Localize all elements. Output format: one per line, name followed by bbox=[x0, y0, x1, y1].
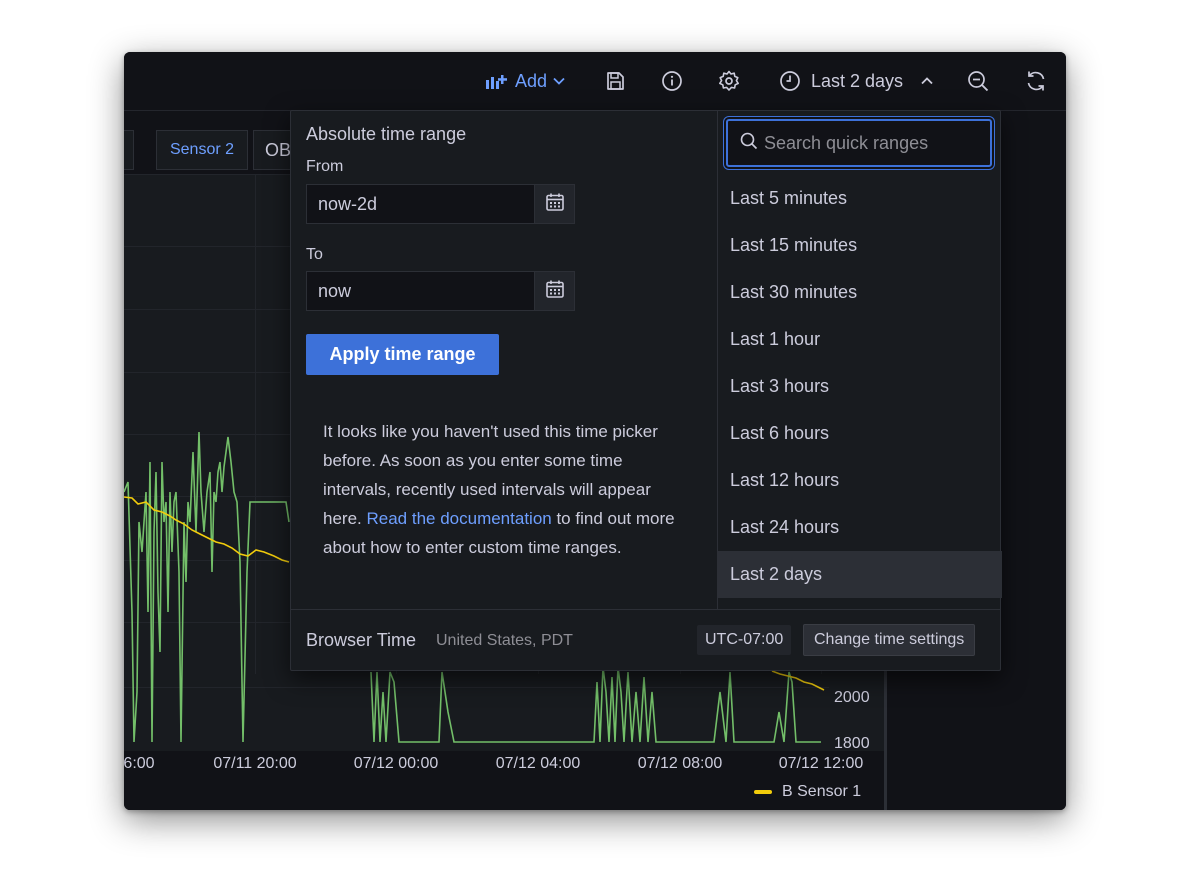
browser-time-label: Browser Time bbox=[306, 630, 417, 650]
calendar-icon bbox=[545, 279, 565, 304]
utc-offset-badge: UTC-07:00 bbox=[697, 625, 792, 655]
to-field-group bbox=[306, 271, 575, 311]
x-tick-label: 07/12 12:00 bbox=[778, 755, 864, 772]
quick-range-item[interactable]: Last 24 hours bbox=[718, 504, 1002, 551]
legend-label: B Sensor 1 bbox=[782, 783, 862, 800]
quick-range-item[interactable]: Last 5 minutes bbox=[718, 175, 1002, 222]
quick-range-item[interactable]: Last 6 hours bbox=[718, 410, 1002, 457]
recently-used-empty-message: It looks like you haven't used this time… bbox=[323, 417, 683, 562]
quick-ranges-section: Last 5 minutes Last 15 minutes Last 30 m… bbox=[717, 111, 1002, 609]
quick-range-item[interactable]: Last 12 hours bbox=[718, 457, 1002, 504]
x-tick-label: 07/12 04:00 bbox=[495, 755, 581, 772]
calendar-icon bbox=[545, 192, 565, 217]
y-tick-label: 2000 bbox=[834, 689, 870, 706]
x-tick-label: 6:00 bbox=[124, 755, 155, 772]
chart-legend[interactable]: B Sensor 1 bbox=[754, 783, 861, 801]
quick-range-item-selected[interactable]: Last 2 days bbox=[718, 551, 1002, 598]
x-tick-label: 07/11 20:00 bbox=[213, 755, 297, 772]
to-input[interactable] bbox=[306, 271, 534, 311]
apply-time-range-button[interactable]: Apply time range bbox=[306, 334, 499, 375]
time-settings-footer: Browser Time United States, PDT UTC-07:0… bbox=[291, 609, 1000, 672]
from-field-group bbox=[306, 184, 575, 224]
x-tick-label: 07/12 08:00 bbox=[637, 755, 723, 772]
y-tick-label: 1800 bbox=[834, 735, 870, 752]
from-input[interactable] bbox=[306, 184, 534, 224]
x-tick-label: 07/12 00:00 bbox=[353, 755, 439, 772]
search-icon bbox=[740, 132, 758, 155]
time-picker-dropdown: Absolute time range From now-2d To now A… bbox=[290, 110, 1002, 672]
change-time-settings-button[interactable]: Change time settings bbox=[803, 624, 976, 656]
series-yellow-line-lower bbox=[771, 670, 825, 691]
search-quick-ranges-input[interactable] bbox=[758, 131, 998, 155]
quick-range-item[interactable]: Last 3 hours bbox=[718, 363, 1002, 410]
quick-ranges-search[interactable] bbox=[726, 119, 998, 167]
quick-range-item[interactable]: Last 1 hour bbox=[718, 316, 1002, 363]
quick-range-item[interactable]: Last 15 minutes bbox=[718, 222, 1002, 269]
dashboard-window: Add Last 2 days Sensor 2 OB 2000 1800 6:… bbox=[124, 52, 1066, 810]
series-green-line-lower bbox=[370, 666, 821, 743]
from-calendar-button[interactable] bbox=[534, 184, 575, 224]
timezone-location: United States, PDT bbox=[436, 632, 573, 649]
quick-range-item[interactable]: Last 30 minutes bbox=[718, 269, 1002, 316]
to-calendar-button[interactable] bbox=[534, 271, 575, 311]
absolute-time-range-section: Absolute time range From now-2d To now A… bbox=[291, 111, 717, 609]
to-label: To bbox=[306, 246, 323, 263]
documentation-link[interactable]: Read the documentation bbox=[366, 509, 551, 528]
quick-ranges-list: Last 5 minutes Last 15 minutes Last 30 m… bbox=[718, 175, 1002, 598]
from-label: From bbox=[306, 158, 344, 175]
absolute-time-range-title: Absolute time range bbox=[306, 124, 467, 144]
series-green-line bbox=[124, 431, 290, 743]
legend-swatch bbox=[754, 790, 772, 794]
